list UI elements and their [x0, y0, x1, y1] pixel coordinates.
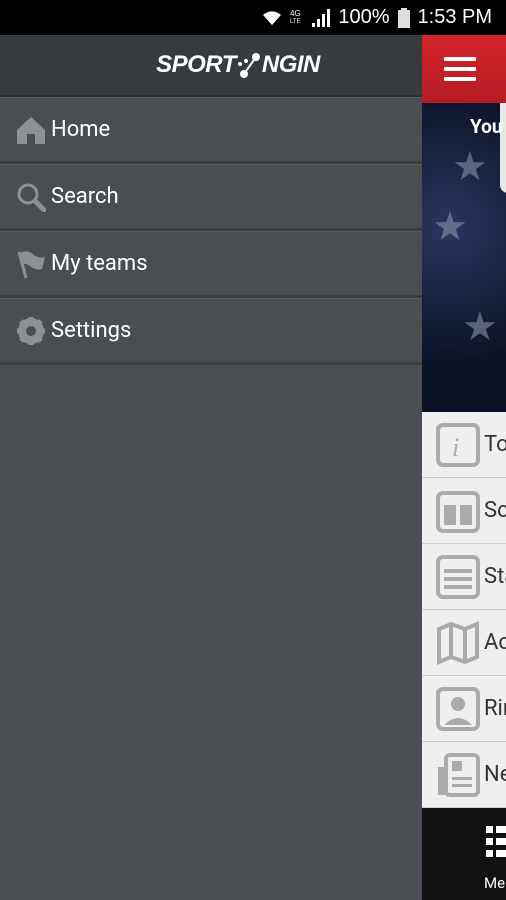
- drawer-item-my-teams[interactable]: My teams: [0, 231, 422, 298]
- flag-icon: [17, 250, 45, 278]
- drawer-header: SPORT NGIN: [0, 35, 422, 97]
- menu-item-rink[interactable]: Rin: [422, 676, 506, 742]
- location-icon: [436, 686, 480, 731]
- gear-icon: [17, 316, 45, 345]
- bottom-bar: Me: [422, 808, 506, 900]
- menu-item-schedule[interactable]: Sc: [422, 478, 506, 544]
- app-header: [422, 35, 506, 103]
- banner-text: You: [470, 115, 503, 138]
- bottom-bar-label[interactable]: Me: [484, 874, 505, 892]
- map-icon: [437, 620, 479, 665]
- svg-text:4G: 4G: [290, 9, 301, 18]
- status-bar: 4G LTE 100% 1:53 PM: [0, 0, 506, 35]
- banner: ★ ★ ★ You: [422, 103, 506, 412]
- svg-text:LTE: LTE: [290, 19, 301, 25]
- logo-node-icon: [237, 53, 260, 78]
- network-4g-icon: 4GLTE: [290, 9, 301, 25]
- clock: 1:53 PM: [417, 6, 492, 28]
- menu-item-standings[interactable]: Sta: [422, 544, 506, 610]
- main-content: ★ ★ ★ You i To Sc Sta Ac Rin Ne Me: [422, 35, 506, 900]
- navigation-drawer: SPORT NGIN Home Search My teams Settings: [0, 35, 422, 900]
- battery-icon: [397, 7, 410, 28]
- drawer-item-search[interactable]: Search: [0, 164, 422, 231]
- menu-icon[interactable]: [444, 57, 476, 81]
- grid-menu-icon[interactable]: [486, 826, 506, 860]
- sportngin-logo: SPORT NGIN: [156, 51, 320, 78]
- battery-percent: 100%: [338, 6, 390, 28]
- info-icon: i: [436, 422, 480, 467]
- svg-text:i: i: [452, 433, 459, 462]
- menu-item-info[interactable]: i To: [422, 412, 506, 478]
- signal-icon: [312, 8, 331, 27]
- calendar-icon: [436, 490, 480, 533]
- home-icon: [17, 116, 45, 144]
- wifi-icon: [263, 10, 282, 25]
- main-menu: i To Sc Sta Ac Rin Ne: [422, 412, 506, 808]
- menu-item-address[interactable]: Ac: [422, 610, 506, 676]
- search-icon: [17, 183, 46, 212]
- list-icon: [436, 554, 480, 599]
- newspaper-icon: [438, 752, 480, 797]
- drawer-item-home[interactable]: Home: [0, 97, 422, 164]
- menu-item-news[interactable]: Ne: [422, 742, 506, 808]
- drawer-item-settings[interactable]: Settings: [0, 298, 422, 365]
